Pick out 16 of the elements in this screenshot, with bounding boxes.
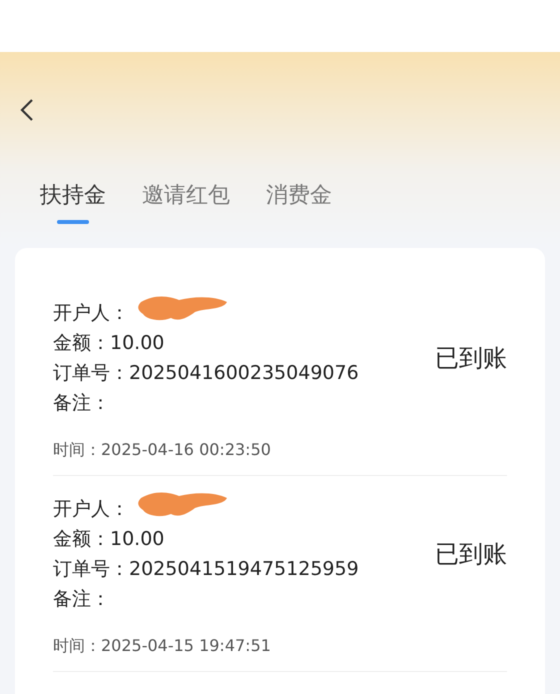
field-text: 订单号：2025041600235049076 [53,361,359,386]
status-text: 已到账 [435,539,507,570]
field-text: 备注： [53,587,110,612]
field-text: 金额：10.00 [53,527,164,552]
time-text: 时间：2025-04-16 00:23:50 [53,440,272,461]
time-text: 时间：2025-04-15 19:47:51 [53,636,272,657]
tab[interactable]: 扶持金 [40,180,106,230]
field-text: 开户人： [53,497,129,522]
field-text: 备注： [53,391,110,416]
tab[interactable]: 邀请红包 [142,180,230,230]
field-text: 开户人： [53,301,129,326]
back-icon[interactable] [20,98,34,122]
status-text: 已到账 [435,343,507,374]
tab[interactable]: 消费金 [266,180,332,230]
field-text: 金额：10.00 [53,331,164,356]
field-text: 订单号：2025041519475125959 [53,557,359,582]
